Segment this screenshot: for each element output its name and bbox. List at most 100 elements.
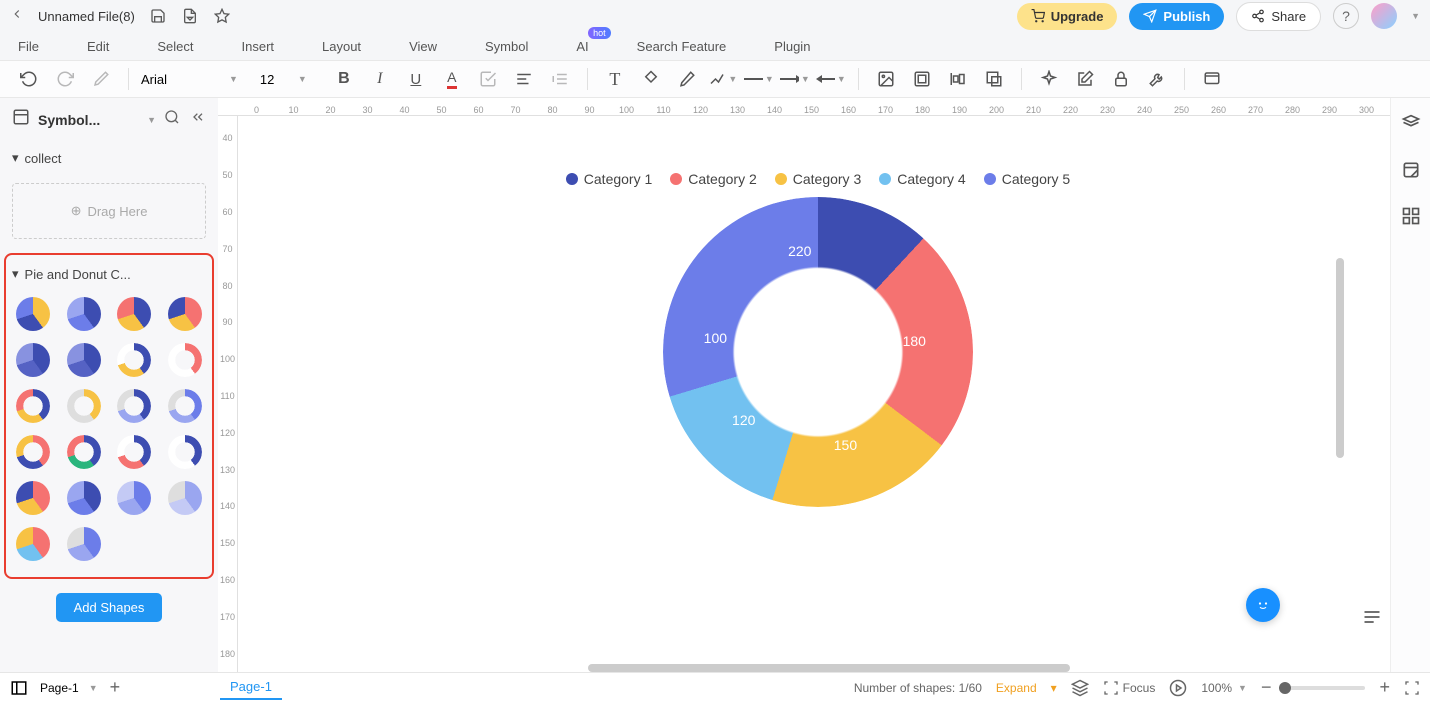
vertical-scrollbar[interactable]	[1336, 258, 1344, 458]
menu-select[interactable]: Select	[157, 39, 193, 54]
chart-thumbnail[interactable]	[164, 433, 206, 471]
menu-view[interactable]: View	[409, 39, 437, 54]
page-panel-icon[interactable]	[1399, 158, 1423, 182]
presentation-button[interactable]	[1169, 679, 1187, 697]
avatar[interactable]	[1371, 3, 1397, 29]
redo-button[interactable]	[50, 64, 80, 94]
chart-thumbnail[interactable]	[164, 341, 206, 379]
arrow-style-button[interactable]: ▼	[780, 64, 810, 94]
assistant-button[interactable]	[1246, 588, 1280, 622]
lock-button[interactable]	[1106, 64, 1136, 94]
save-icon[interactable]	[149, 7, 167, 25]
edit-tool-button[interactable]	[1070, 64, 1100, 94]
star-icon[interactable]	[213, 7, 231, 25]
chart-thumbnail[interactable]	[12, 525, 54, 563]
zoom-level[interactable]: 100% ▼	[1201, 681, 1247, 695]
chart-thumbnail[interactable]	[113, 479, 155, 517]
menu-file[interactable]: File	[18, 39, 39, 54]
zoom-out-button[interactable]: −	[1261, 677, 1272, 698]
chart-thumbnail[interactable]	[164, 295, 206, 333]
arrange-button[interactable]	[943, 64, 973, 94]
horizontal-scrollbar[interactable]	[588, 664, 1070, 672]
publish-button[interactable]: Publish	[1129, 3, 1224, 30]
text-tool-button[interactable]: T	[600, 64, 630, 94]
chart-thumbnail[interactable]	[113, 387, 155, 425]
preview-button[interactable]	[1197, 64, 1227, 94]
menu-edit[interactable]: Edit	[87, 39, 109, 54]
export-icon[interactable]	[181, 7, 199, 25]
expand-link[interactable]: Expand	[996, 681, 1037, 695]
ai-tool-button[interactable]	[1034, 64, 1064, 94]
chart-thumbnail[interactable]	[63, 433, 105, 471]
chart-thumbnail[interactable]	[12, 433, 54, 471]
add-page-button[interactable]: +	[110, 677, 121, 698]
chart-thumbnail[interactable]	[12, 341, 54, 379]
zoom-in-button[interactable]: +	[1379, 677, 1390, 698]
chart-thumbnail[interactable]	[113, 433, 155, 471]
chart-thumbnail[interactable]	[12, 387, 54, 425]
menu-ai[interactable]: AIhot	[576, 39, 588, 54]
bold-button[interactable]: B	[329, 64, 359, 94]
menu-plugin[interactable]: Plugin	[774, 39, 810, 54]
size-dropdown[interactable]: ▼	[298, 74, 307, 84]
format-painter-button[interactable]	[86, 64, 116, 94]
menu-layout[interactable]: Layout	[322, 39, 361, 54]
theme-icon[interactable]	[1399, 112, 1423, 136]
chart-thumbnail[interactable]	[164, 387, 206, 425]
page-select[interactable]: Page-1	[40, 681, 79, 695]
chart-thumbnail[interactable]	[63, 387, 105, 425]
italic-button[interactable]: I	[365, 64, 395, 94]
font-dropdown[interactable]: ▼	[229, 74, 238, 84]
chart-thumbnail[interactable]	[63, 341, 105, 379]
chart-thumbnail[interactable]	[113, 295, 155, 333]
collapse-sidebar-icon[interactable]	[190, 109, 206, 130]
sidebar-title-dropdown[interactable]: ▼	[147, 115, 156, 125]
format-panel-toggle[interactable]	[1362, 607, 1382, 632]
upgrade-button[interactable]: Upgrade	[1017, 3, 1118, 30]
outline-view-button[interactable]	[10, 679, 28, 697]
align-button[interactable]	[509, 64, 539, 94]
arrow-head-button[interactable]: ▼	[816, 64, 846, 94]
focus-button[interactable]: Focus	[1103, 680, 1156, 696]
line-spacing-button[interactable]	[545, 64, 575, 94]
page-tab-active[interactable]: Page-1	[220, 675, 282, 700]
menu-insert[interactable]: Insert	[242, 39, 275, 54]
back-button[interactable]	[10, 7, 24, 26]
chart-thumbnail[interactable]	[12, 479, 54, 517]
share-button[interactable]: Share	[1236, 2, 1321, 31]
layers-button[interactable]	[1071, 679, 1089, 697]
chart-thumbnail[interactable]	[113, 341, 155, 379]
container-button[interactable]	[907, 64, 937, 94]
add-shapes-button[interactable]: Add Shapes	[56, 593, 163, 622]
zoom-slider[interactable]	[1285, 686, 1365, 690]
tools-button[interactable]	[1142, 64, 1172, 94]
line-color-button[interactable]	[672, 64, 702, 94]
collect-section-header[interactable]: ▾ collect	[12, 145, 206, 171]
canvas[interactable]: Category 1Category 2Category 3Category 4…	[238, 116, 1390, 672]
font-color-button[interactable]: A	[437, 64, 467, 94]
donut-chart[interactable]: Category 1Category 2Category 3Category 4…	[488, 171, 1148, 507]
file-name[interactable]: Unnamed File(8)	[38, 9, 135, 24]
menu-search-feature[interactable]: Search Feature	[637, 39, 727, 54]
page-select-dropdown[interactable]: ▼	[89, 683, 98, 693]
drag-here-zone[interactable]: ⊕ Drag Here	[12, 183, 206, 239]
chart-thumbnail[interactable]	[63, 525, 105, 563]
highlight-button[interactable]	[473, 64, 503, 94]
search-icon[interactable]	[164, 109, 180, 130]
undo-button[interactable]	[14, 64, 44, 94]
help-icon[interactable]: ?	[1333, 3, 1359, 29]
chart-thumbnail[interactable]	[63, 295, 105, 333]
connector-button[interactable]: ▼	[708, 64, 738, 94]
underline-button[interactable]: U	[401, 64, 431, 94]
menu-symbol[interactable]: Symbol	[485, 39, 528, 54]
fill-button[interactable]	[636, 64, 666, 94]
library-icon[interactable]	[12, 108, 30, 131]
image-button[interactable]	[871, 64, 901, 94]
font-select[interactable]	[141, 72, 221, 87]
font-size-select[interactable]	[260, 72, 290, 87]
line-style-button[interactable]: ▼	[744, 64, 774, 94]
chart-thumbnail[interactable]	[63, 479, 105, 517]
fullscreen-button[interactable]	[1404, 680, 1420, 696]
chart-thumbnail[interactable]	[12, 295, 54, 333]
chart-thumbnail[interactable]	[164, 479, 206, 517]
